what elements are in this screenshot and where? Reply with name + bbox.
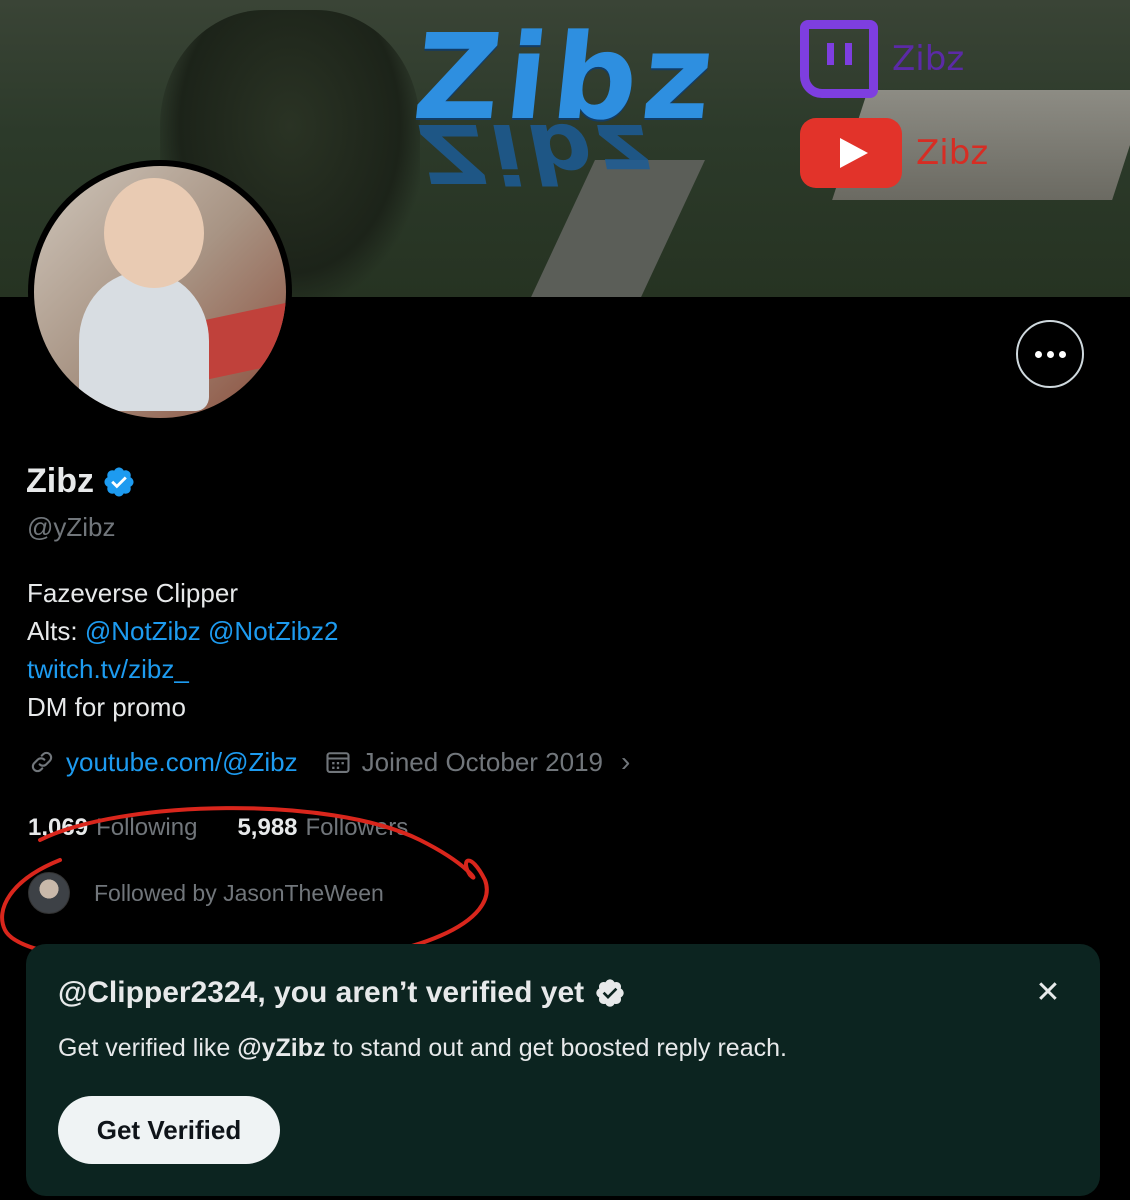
followed-by-row[interactable]: Followed by JasonTheWeen [28,872,384,914]
followers-count: 5,988 [237,814,298,841]
close-icon[interactable]: ✕ [1030,974,1066,1010]
follow-stats: 1,069 Following 5,988 Followers [28,814,408,842]
promo-body-suffix: to stand out and get boosted reply reach… [332,1034,787,1062]
following-stat[interactable]: 1,069 Following [28,814,197,842]
verified-badge-icon[interactable] [102,465,136,499]
joined-item[interactable]: Joined October 2019 › [324,746,631,778]
avatar-body-shape [79,271,209,411]
banner-logo-reflection: Zibz [410,105,667,200]
avatar-head-shape [104,178,204,288]
website-item: youtube.com/@Zibz [28,747,298,778]
banner-twitch: Zibz [800,20,964,98]
bio-line-alts: Alts: @NotZibz @NotZibz2 [27,612,338,650]
following-label: Following [96,814,198,841]
promo-body: Get verified like @yZibz to stand out an… [58,1034,787,1063]
display-name: Zibz [26,462,94,500]
banner-youtube: Zibz [800,118,988,188]
youtube-name: Zibz [916,133,989,173]
get-verified-button[interactable]: Get Verified [58,1096,280,1164]
promo-title-row: @Clipper2324, you aren’t verified yet [58,976,626,1010]
follower-avatar [28,872,70,914]
profile-meta-row: youtube.com/@Zibz Joined October 2019 › [28,746,630,778]
bio-line-4: DM for promo [27,692,186,722]
bio-alt-link-1[interactable]: @NotZibz [85,616,201,646]
calendar-icon [326,752,350,773]
website-link[interactable]: youtube.com/@Zibz [66,747,298,778]
more-icon-dot [1058,350,1066,358]
joined-date: Joined October 2019 [361,746,603,777]
promo-body-prefix: Get verified like [58,1034,231,1062]
bio-twitch-link[interactable]: twitch.tv/zibz_ [27,650,338,688]
bio-line-1: Fazeverse Clipper [27,578,238,608]
promo-title: @Clipper2324, you aren’t verified yet [58,976,585,1009]
more-icon-dot [1034,350,1042,358]
followers-stat[interactable]: 5,988 Followers [237,814,408,842]
twitch-icon [800,20,878,98]
profile-avatar[interactable] [28,160,292,424]
twitch-name: Zibz [892,39,965,79]
followed-by-text: Followed by JasonTheWeen [94,879,384,906]
more-icon-dot [1046,350,1054,358]
verification-promo-card: @Clipper2324, you aren’t verified yet ✕ … [26,944,1100,1196]
profile-bio: Fazeverse Clipper Alts: @NotZibz @NotZib… [27,574,338,726]
promo-body-handle: @yZibz [237,1034,326,1062]
profile-name-row: Zibz [26,462,136,501]
chevron-right-icon: › [621,746,631,777]
bio-alts-label: Alts: [27,616,78,646]
more-options-button[interactable] [1016,320,1084,388]
profile-handle: @yZibz [27,512,116,542]
following-count: 1,069 [28,814,89,841]
avatar-image [34,166,286,418]
link-icon [31,751,53,773]
youtube-icon [800,118,902,188]
followers-label: Followers [305,814,409,841]
verified-badge-icon [596,979,624,1007]
bio-alt-link-2[interactable]: @NotZibz2 [208,616,338,646]
